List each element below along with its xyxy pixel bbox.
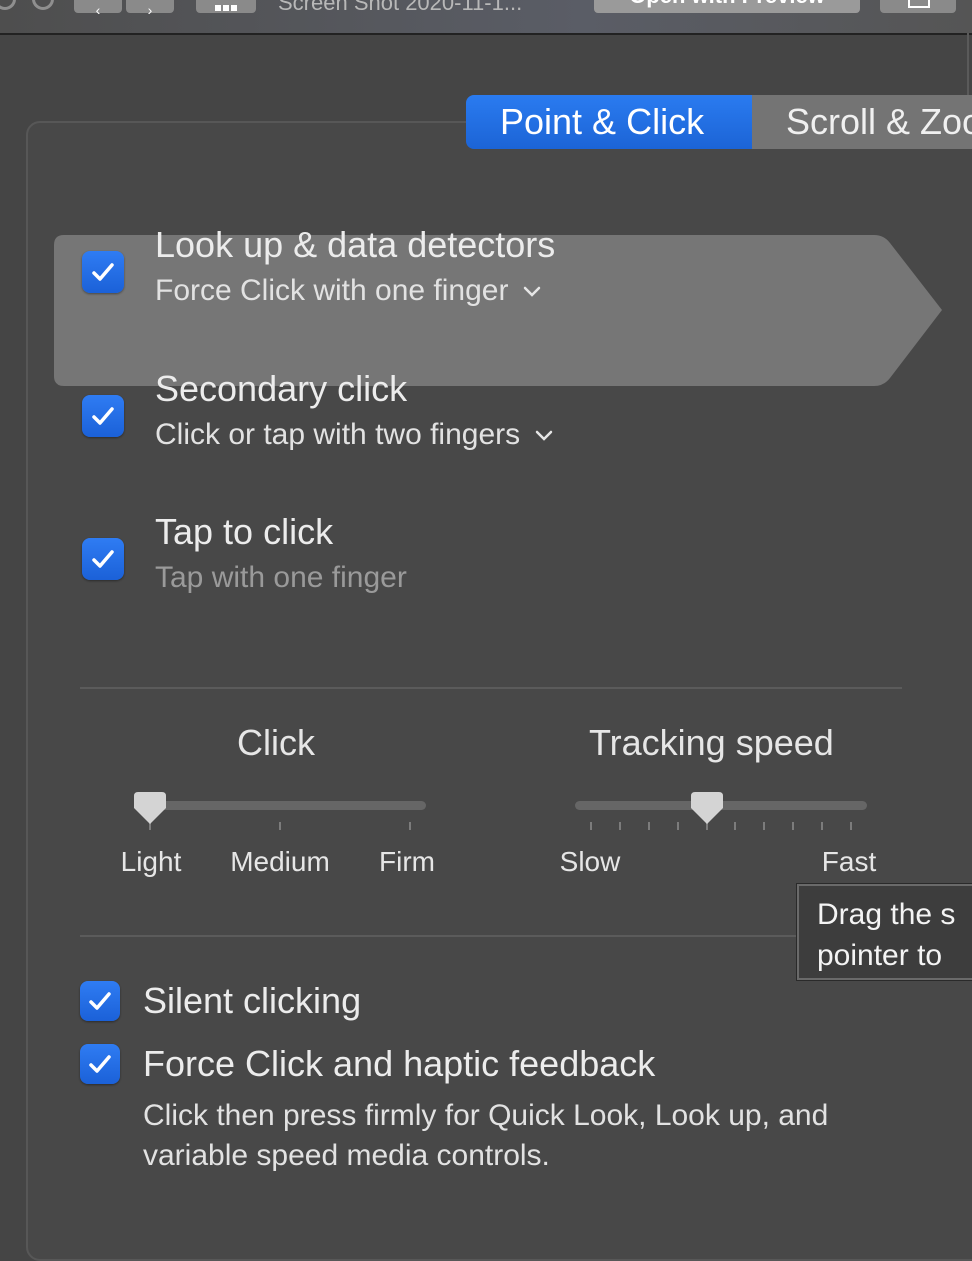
option-title: Look up & data detectors — [155, 224, 556, 265]
tap-to-click-checkbox[interactable] — [82, 538, 124, 580]
force-click-description: Click then press firmly for Quick Look, … — [143, 1099, 829, 1172]
secondary-click-checkbox[interactable] — [82, 395, 124, 437]
slider-tick — [734, 822, 737, 830]
tracking-slider-thumb[interactable] — [690, 792, 723, 826]
look-up-dropdown[interactable]: Force Click with one finger — [155, 274, 542, 308]
forward-button[interactable]: › — [126, 0, 174, 18]
checkmark-icon — [92, 263, 114, 281]
slider-tick — [279, 822, 281, 830]
section-divider — [80, 935, 902, 937]
chevron-left-icon: ‹ — [95, 2, 101, 18]
slider-tick — [590, 822, 592, 830]
quicklook-toolbar: ‹ › Screen Shot 2020-11-1... Open with P… — [0, 0, 972, 35]
checkmark-icon — [89, 1055, 111, 1073]
click-label-light: Light — [120, 846, 182, 877]
force-click-checkbox[interactable] — [80, 1044, 120, 1084]
tooltip: Drag the s pointer to — [797, 884, 972, 980]
click-slider-thumb[interactable] — [134, 792, 166, 826]
tab-point-and-click[interactable]: Point & Click — [466, 95, 752, 149]
option-title: Secondary click — [155, 368, 408, 409]
option-subtitle: Force Click with one finger — [155, 274, 509, 307]
click-label-firm: Firm — [379, 846, 435, 877]
open-with-preview-button[interactable]: Open with Preview — [594, 0, 860, 13]
tab-scroll-and-zoom[interactable]: Scroll & Zoom — [752, 95, 972, 149]
chevron-down-icon — [524, 286, 541, 297]
force-click-label: Force Click and haptic feedback — [143, 1043, 656, 1084]
option-title: Tap to click — [155, 511, 334, 552]
slider-tick — [763, 822, 766, 830]
checkmark-icon — [89, 992, 111, 1010]
click-label-medium: Medium — [230, 846, 330, 877]
slider-tick — [618, 822, 621, 830]
fullscreen-icon[interactable] — [32, 0, 54, 10]
share-button[interactable] — [880, 0, 956, 13]
slider-tick — [676, 822, 679, 830]
index-sheet-button[interactable] — [196, 0, 256, 13]
silent-clicking-label: Silent clicking — [143, 980, 362, 1021]
option-subtitle-text: Tap with one finger — [155, 561, 407, 594]
share-icon — [908, 0, 930, 8]
grid-icon — [215, 5, 237, 11]
back-button[interactable]: ‹ — [74, 0, 122, 18]
checkmark-icon — [92, 550, 114, 568]
chevron-down-icon — [535, 430, 553, 441]
section-divider — [80, 687, 902, 689]
secondary-click-dropdown[interactable]: Click or tap with two fingers — [155, 418, 554, 452]
tooltip-line: pointer to — [817, 939, 943, 972]
option-subtitle: Tap with one finger — [155, 561, 407, 595]
chevron-right-icon: › — [147, 2, 153, 18]
file-title: Screen Shot 2020-11-1... — [278, 0, 523, 15]
slider-tick — [821, 822, 824, 830]
slider-tick — [409, 822, 411, 830]
tracking-label-slow: Slow — [559, 846, 621, 877]
look-up-checkbox[interactable] — [82, 251, 124, 293]
slider-tick — [792, 822, 795, 830]
option-subtitle: Click or tap with two fingers — [155, 418, 521, 451]
slider-tick — [647, 822, 650, 830]
tab-bar: Point & Click Scroll & Zoom — [466, 95, 972, 149]
click-slider-label: Click — [237, 722, 315, 763]
click-slider-track[interactable] — [135, 801, 426, 810]
close-icon[interactable] — [0, 0, 16, 10]
slider-tick — [850, 822, 852, 830]
tracking-slider-label: Tracking speed — [589, 722, 834, 763]
tracking-label-fast: Fast — [821, 846, 877, 877]
checkmark-icon — [92, 407, 114, 425]
tooltip-line: Drag the s — [817, 898, 956, 931]
silent-clicking-checkbox[interactable] — [80, 981, 120, 1021]
